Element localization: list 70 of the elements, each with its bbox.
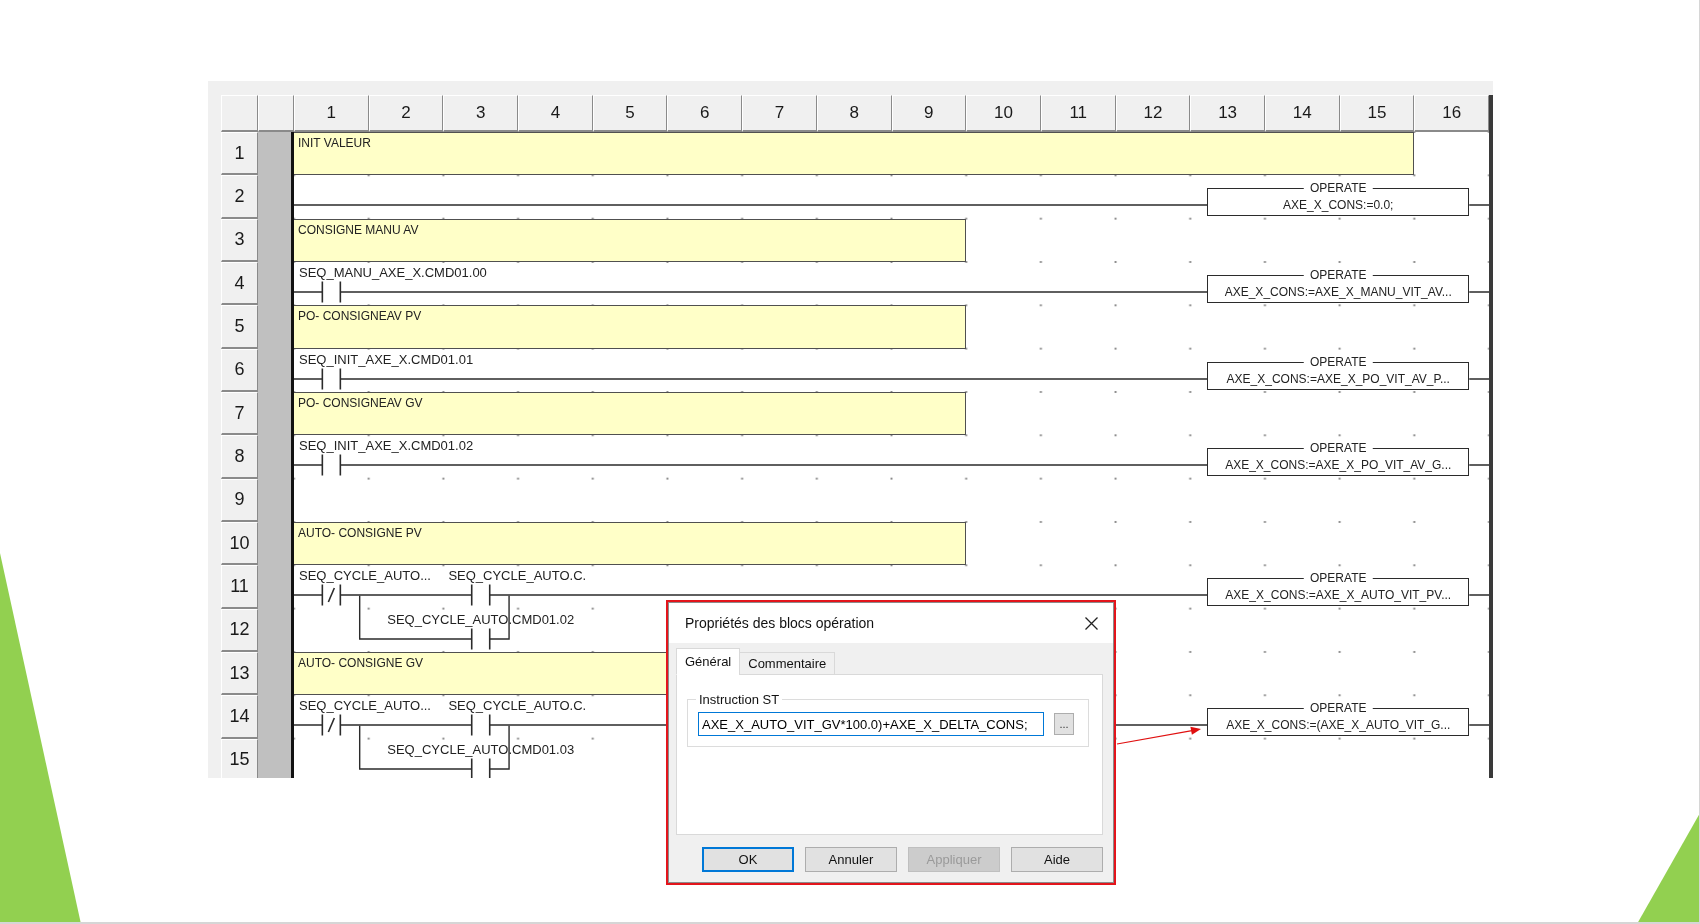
normally-open-contact <box>321 454 342 477</box>
dialog-button[interactable]: OK <box>702 847 794 872</box>
column-header: 1 <box>294 95 369 132</box>
corner-header <box>221 95 258 132</box>
row-number: 9 <box>221 478 258 522</box>
dialog-title: Propriétés des blocs opération <box>685 615 875 631</box>
operate-expression: AXE_X_CONS:=(AXE_X_AUTO_VIT_G... <box>1226 718 1451 735</box>
column-header: 16 <box>1414 95 1489 132</box>
row-number: 13 <box>221 651 258 696</box>
column-header: 12 <box>1115 95 1191 132</box>
row-number: 11 <box>221 565 258 609</box>
operate-expression: AXE_X_CONS:=0.0; <box>1283 198 1394 215</box>
operate-expression: AXE_X_CONS:=AXE_X_MANU_VIT_AV... <box>1224 285 1452 301</box>
row-number: 3 <box>221 218 258 262</box>
contact-label: SEQ_CYCLE_AUTO.C. <box>448 698 587 714</box>
row-number: 15 <box>221 738 258 778</box>
dialog-button[interactable]: Annuler <box>805 847 897 872</box>
operate-expression: AXE_X_CONS:=AXE_X_AUTO_VIT_PV... <box>1225 588 1452 605</box>
normally-open-contact <box>470 627 491 650</box>
column-header: 13 <box>1190 95 1265 132</box>
column-header: 3 <box>443 95 519 132</box>
row-number: 14 <box>221 695 258 739</box>
dialog-button[interactable]: Aide <box>1011 847 1103 872</box>
row-number: 6 <box>221 348 258 392</box>
column-header: 14 <box>1264 95 1340 132</box>
row-number: 12 <box>221 608 258 652</box>
contact-label: SEQ_INIT_AXE_X.CMD01.02 <box>299 438 474 454</box>
instruction-input[interactable]: AXE_X_AUTO_VIT_GV*100.0)+AXE_X_DELTA_CONS; <box>698 712 1044 736</box>
row-number: 5 <box>221 305 258 349</box>
normally-open-contact <box>321 280 342 304</box>
row-number: 4 <box>221 262 258 306</box>
dialog-tab[interactable]: Général <box>676 648 741 675</box>
rung-comment: CONSIGNE MANU AV <box>294 218 967 262</box>
operate-expression: AXE_X_CONS:=AXE_X_PO_VIT_AV_G... <box>1225 458 1452 475</box>
normally-open-contact <box>321 367 342 390</box>
contact-label: SEQ_MANU_AXE_X.CMD01.00 <box>299 265 487 280</box>
column-header: 7 <box>742 95 817 132</box>
column-header: 11 <box>1040 95 1116 132</box>
column-header: 10 <box>966 95 1041 132</box>
contact-label: SEQ_CYCLE_AUTO... <box>299 568 431 584</box>
row-number: 1 <box>221 132 258 176</box>
column-header: 2 <box>368 95 444 132</box>
rung-comment: PO- CONSIGNEAV GV <box>294 391 967 436</box>
rung-comment: AUTO- CONSIGNE PV <box>294 521 967 566</box>
normally-closed-contact <box>321 713 342 737</box>
contact-label: SEQ_CYCLE_AUTO... <box>299 698 431 714</box>
column-header: 5 <box>592 95 668 132</box>
contact-label: SEQ_CYCLE_AUTO.C. <box>448 568 587 584</box>
column-header: 4 <box>518 95 593 132</box>
normally-open-contact <box>470 713 491 737</box>
normally-open-contact <box>470 757 491 778</box>
column-header: 15 <box>1339 95 1415 132</box>
contact-label: SEQ_INIT_AXE_X.CMD01.01 <box>299 351 474 367</box>
column-header: 6 <box>667 95 743 132</box>
row-number: 8 <box>221 435 258 479</box>
column-header: 8 <box>816 95 892 132</box>
column-header: 9 <box>891 95 967 132</box>
normally-open-contact <box>470 584 491 607</box>
row-number: 10 <box>221 521 258 566</box>
close-icon <box>1084 616 1098 630</box>
operate-expression: AXE_X_CONS:=AXE_X_PO_VIT_AV_P... <box>1226 371 1450 388</box>
row-number: 2 <box>221 175 258 219</box>
dialog-tab[interactable]: Commentaire <box>739 652 836 675</box>
operate-title: OPERATE <box>1304 268 1373 282</box>
normally-closed-contact <box>321 584 342 607</box>
browse-button[interactable]: ... <box>1054 713 1074 735</box>
rung-comment: PO- CONSIGNEAV PV <box>294 305 967 349</box>
row-number: 7 <box>221 391 258 436</box>
operate-title: OPERATE <box>1304 354 1373 369</box>
rung-comment: INIT VALEUR <box>294 132 1415 176</box>
